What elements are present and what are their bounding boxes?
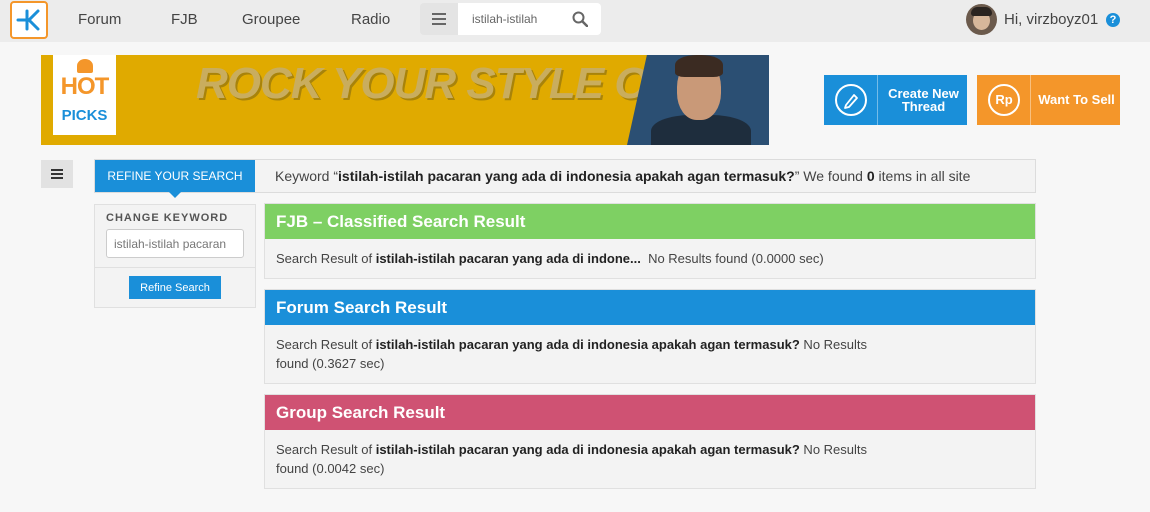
group-result-title: Group Search Result [265,395,1035,430]
search-input[interactable] [458,3,568,35]
result-count: 0 [866,168,875,184]
group-result-body: Search Result of istilah-istilah pacaran… [276,442,868,476]
kaskus-logo-icon[interactable] [10,1,48,39]
rupiah-icon-text: Rp [995,92,1013,107]
nav-radio[interactable]: Radio [351,0,390,40]
hot-picks-banner[interactable]: HOT PICKS ROCK YOUR STYLE OUT [41,55,769,145]
nav-fjb[interactable]: FJB [171,0,198,40]
search-icon[interactable] [572,11,589,32]
forum-result-body: Search Result of istilah-istilah pacaran… [276,337,868,371]
create-thread-button[interactable]: Create New Thread [824,75,967,125]
want-to-sell-label: Want To Sell [1038,92,1115,107]
banner-title: ROCK YOUR STYLE OUT [196,59,705,108]
hamburger-menu-icon[interactable] [420,3,458,35]
tab-refine-search[interactable]: REFINE YOUR SEARCH [95,160,255,198]
refine-panel: CHANGE KEYWORD Refine Search [94,204,256,308]
want-to-sell-button[interactable]: Rp Want To Sell [977,75,1120,125]
badge-picks-text: PICKS [61,107,108,124]
group-result-keyword: istilah-istilah pacaran yang ada di indo… [375,442,800,457]
keyword-summary: Keyword “istilah-istilah pacaran yang ad… [275,168,971,184]
nav-forum[interactable]: Forum [78,0,121,40]
sidebar-toggle-icon[interactable] [41,160,73,188]
pencil-icon [835,84,867,116]
change-keyword-label: CHANGE KEYWORD [106,212,229,224]
avatar[interactable] [966,4,997,35]
badge-hot-text: HOT [60,73,110,100]
forum-result-title: Forum Search Result [265,290,1035,325]
top-nav: Forum FJB Groupee Radio Hi, virzboyz01 ? [0,0,1150,42]
keyword-value: istilah-istilah pacaran yang ada di indo… [338,168,795,184]
flame-icon [77,59,93,73]
fjb-result-panel: FJB – Classified Search Result Search Re… [264,203,1036,279]
fjb-result-keyword: istilah-istilah pacaran yang ada di indo… [375,251,641,266]
search-box [458,3,601,35]
group-result-panel: Group Search Result Search Result of ist… [264,394,1036,489]
forum-result-keyword: istilah-istilah pacaran yang ada di indo… [375,337,800,352]
nav-groupee[interactable]: Groupee [242,0,300,40]
keyword-input[interactable] [106,229,244,258]
keyword-bar: REFINE YOUR SEARCH Keyword “istilah-isti… [94,159,1036,198]
help-icon[interactable]: ? [1106,13,1120,27]
forum-result-panel: Forum Search Result Search Result of ist… [264,289,1036,384]
fjb-result-title: FJB – Classified Search Result [265,204,1035,239]
rupiah-icon: Rp [988,84,1020,116]
user-greeting[interactable]: Hi, virzboyz01 [1004,0,1098,40]
banner-model-photo [627,55,769,145]
create-thread-label: Create New Thread [888,86,959,114]
fjb-result-body: Search Result of istilah-istilah pacaran… [276,251,824,266]
divider [95,267,255,268]
hot-picks-badge: HOT PICKS [53,55,116,135]
refine-search-button[interactable]: Refine Search [129,276,221,299]
